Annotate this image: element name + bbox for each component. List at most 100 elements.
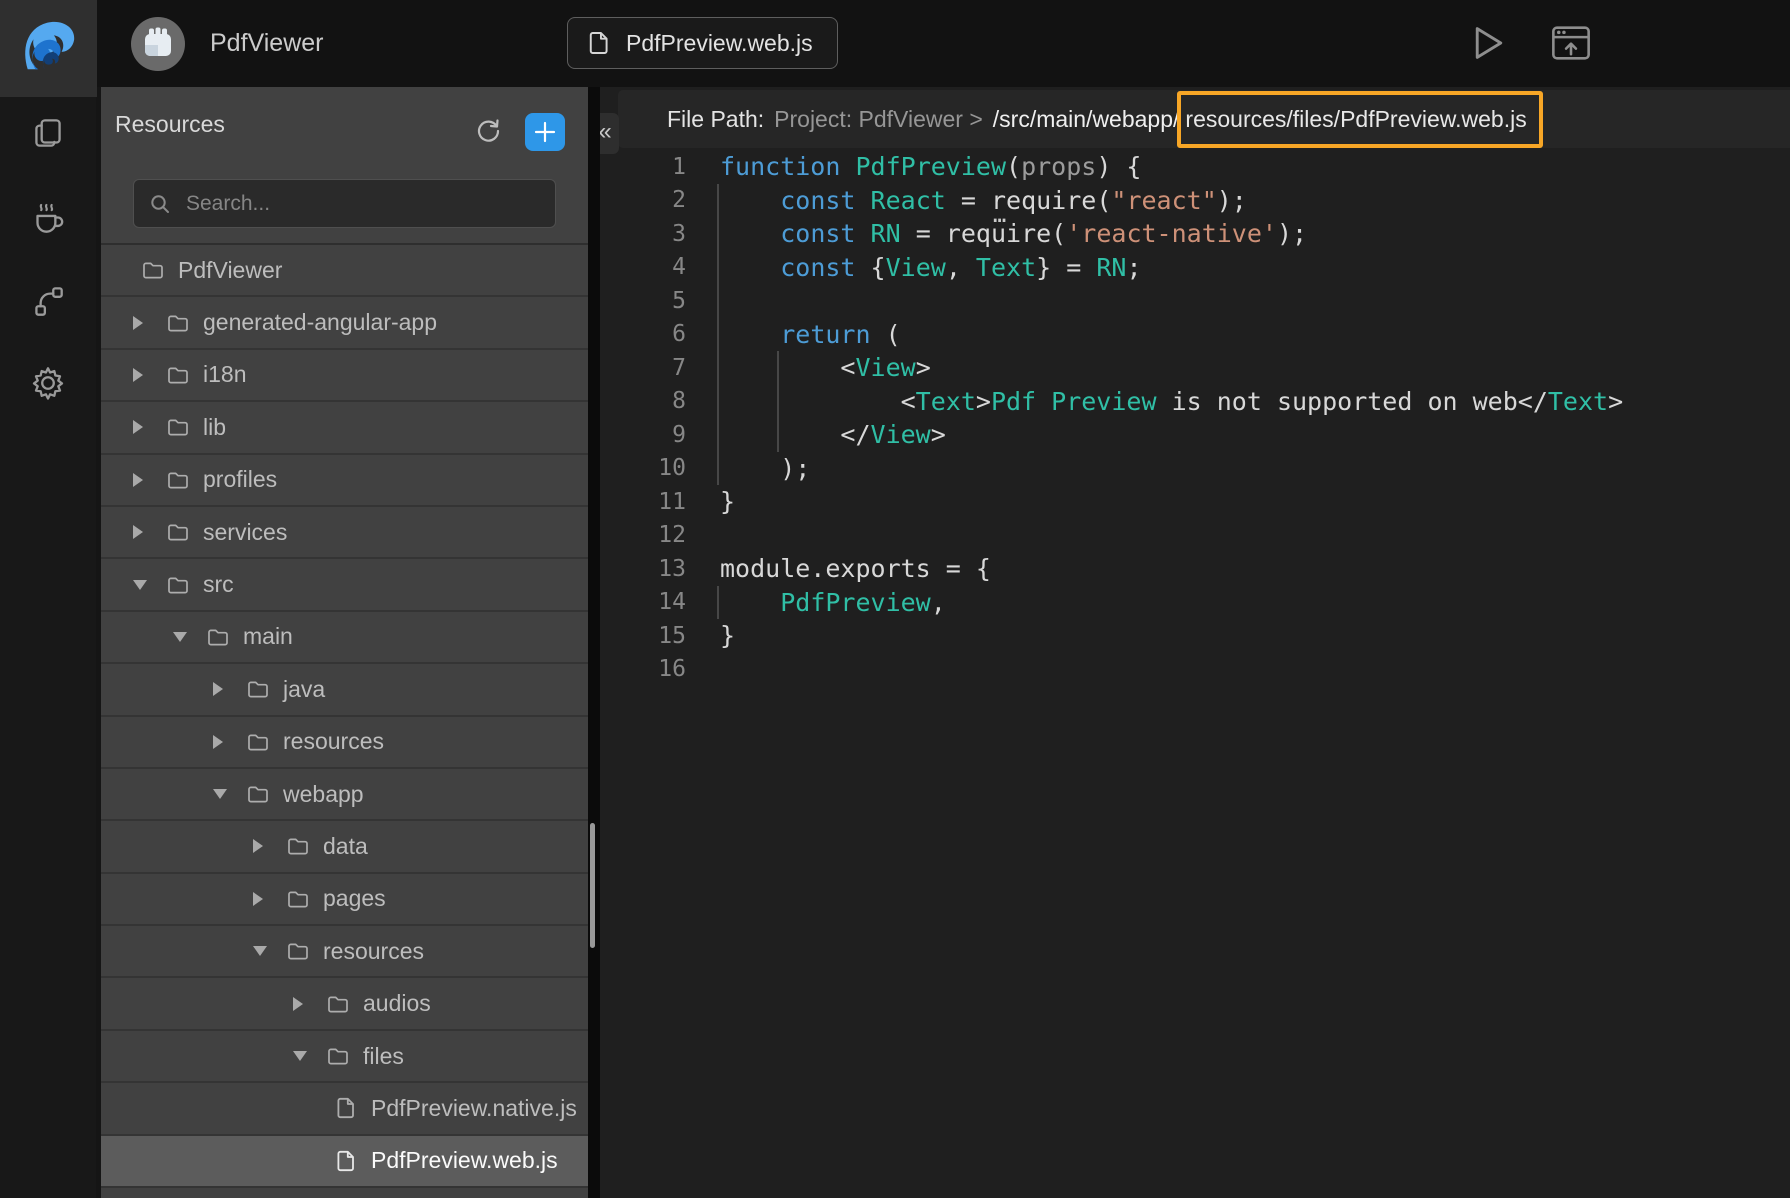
line-number: 7 bbox=[600, 355, 720, 381]
tree-item-label: lib bbox=[203, 414, 226, 441]
chevron-right-icon[interactable] bbox=[253, 839, 273, 853]
window-upload-icon bbox=[1551, 24, 1591, 62]
code-line-14[interactable]: 14 PdfPreview, bbox=[600, 586, 1790, 620]
tree-item-services[interactable]: services bbox=[101, 507, 588, 559]
publish-button[interactable] bbox=[1550, 22, 1592, 64]
chevron-right-icon[interactable] bbox=[253, 892, 273, 906]
code-line-8[interactable]: 8 <Text>Pdf Preview is not supported on … bbox=[600, 385, 1790, 419]
tree-item-label: resources bbox=[323, 938, 424, 965]
tree-item-audios[interactable]: audios bbox=[101, 978, 588, 1030]
tree-item-generated-angular-app[interactable]: generated-angular-app bbox=[101, 297, 588, 349]
tree-item-label: src bbox=[203, 571, 234, 598]
folder-icon bbox=[165, 468, 191, 492]
code-line-9[interactable]: 9 </View> bbox=[600, 418, 1790, 452]
tree-item-data[interactable]: data bbox=[101, 821, 588, 873]
chevron-right-icon[interactable] bbox=[133, 473, 153, 487]
app-window: PdfViewer PdfPreview.web.js bbox=[0, 0, 1790, 1198]
refresh-button[interactable] bbox=[472, 115, 504, 147]
chevron-down-icon[interactable] bbox=[173, 632, 193, 642]
wave-logo-icon bbox=[18, 15, 80, 82]
tree-item-label: profiles bbox=[203, 466, 277, 493]
tree-item-profiles[interactable]: profiles bbox=[101, 455, 588, 507]
tree-item-pdfviewer[interactable]: PdfViewer bbox=[101, 245, 588, 297]
project-title: PdfViewer bbox=[210, 0, 324, 87]
file-icon bbox=[586, 30, 612, 56]
plus-icon bbox=[533, 120, 557, 144]
folder-icon bbox=[205, 625, 231, 649]
chevron-right-icon[interactable] bbox=[213, 682, 233, 696]
code-line-2[interactable]: 2 const React = require("react"); bbox=[600, 184, 1790, 218]
code-line-4[interactable]: 4 const {View, Text} = RN; bbox=[600, 251, 1790, 285]
folder-icon bbox=[165, 311, 191, 335]
tree-item-label: java bbox=[283, 676, 325, 703]
tree-item-main[interactable]: main bbox=[101, 612, 588, 664]
app-logo[interactable] bbox=[0, 0, 97, 97]
code-line-3[interactable]: 3 const RN = require('react-native'); bbox=[600, 217, 1790, 251]
chevron-right-icon[interactable] bbox=[293, 997, 313, 1011]
activity-rail bbox=[0, 87, 96, 1198]
tree-item-java[interactable]: java bbox=[101, 664, 588, 716]
code-line-12[interactable]: 12 bbox=[600, 519, 1790, 553]
code-line-15[interactable]: 15} bbox=[600, 619, 1790, 653]
chevron-right-icon[interactable] bbox=[133, 420, 153, 434]
line-number: 6 bbox=[600, 321, 720, 347]
tree-item-src[interactable]: src bbox=[101, 559, 588, 611]
tree-item-label: generated-angular-app bbox=[203, 309, 437, 336]
line-number: 13 bbox=[600, 556, 720, 582]
open-file-tab[interactable]: PdfPreview.web.js bbox=[567, 17, 838, 69]
folder-icon bbox=[245, 677, 271, 701]
resources-title: Resources bbox=[115, 111, 225, 138]
settings-button[interactable] bbox=[0, 355, 96, 411]
chevron-right-icon[interactable] bbox=[133, 525, 153, 539]
flow-button[interactable] bbox=[0, 273, 96, 329]
folder-icon bbox=[165, 520, 191, 544]
panel-scrollbar-thumb[interactable] bbox=[590, 823, 595, 948]
tree-item-resources[interactable]: resources bbox=[101, 926, 588, 978]
coffee-icon bbox=[27, 196, 69, 238]
tree-item-label: i18n bbox=[203, 361, 246, 388]
tree-item-pdfpreview-native-js[interactable]: PdfPreview.native.js bbox=[101, 1083, 588, 1135]
code-line-5[interactable]: 5 bbox=[600, 284, 1790, 318]
tree-item-pages[interactable]: pages bbox=[101, 874, 588, 926]
chevron-right-icon[interactable] bbox=[133, 368, 153, 382]
chevron-down-icon[interactable] bbox=[133, 580, 153, 590]
code-line-6[interactable]: 6 return ( bbox=[600, 318, 1790, 352]
resources-panel: Resources bbox=[96, 87, 588, 1198]
tree-item-files[interactable]: files bbox=[101, 1031, 588, 1083]
resources-header: Resources bbox=[101, 87, 588, 163]
tree-item-lib[interactable]: lib bbox=[101, 402, 588, 454]
folder-icon bbox=[245, 730, 271, 754]
code-line-13[interactable]: 13module.exports = { bbox=[600, 552, 1790, 586]
chevron-right-icon[interactable] bbox=[213, 735, 233, 749]
search-input[interactable] bbox=[184, 191, 541, 217]
chevron-right-icon[interactable] bbox=[133, 316, 153, 330]
file-path-label: File Path: bbox=[667, 106, 764, 133]
file-icon bbox=[333, 1096, 359, 1120]
line-number: 4 bbox=[600, 254, 720, 280]
tree-item-label: data bbox=[323, 833, 368, 860]
code-line-11[interactable]: 11} bbox=[600, 485, 1790, 519]
flow-icon bbox=[28, 281, 68, 321]
editor-area: « File Path: Project: PdfViewer > /src/m… bbox=[600, 87, 1790, 1198]
tree-item-pdfpreview-web-js[interactable]: PdfPreview.web.js bbox=[101, 1136, 588, 1188]
play-icon bbox=[1472, 24, 1506, 62]
chevron-down-icon[interactable] bbox=[293, 1051, 313, 1061]
code-line-1[interactable]: 1function PdfPreview(props) { bbox=[600, 150, 1790, 184]
run-button[interactable] bbox=[1468, 22, 1510, 64]
code-line-7[interactable]: 7 <View> bbox=[600, 351, 1790, 385]
tree-item-webapp[interactable]: webapp bbox=[101, 769, 588, 821]
code-line-10[interactable]: 10 ); bbox=[600, 452, 1790, 486]
file-path-bar: File Path: Project: PdfViewer > /src/mai… bbox=[618, 90, 1790, 148]
tree-item-i18n[interactable]: i18n bbox=[101, 350, 588, 402]
panel-scroll-track bbox=[588, 87, 600, 1198]
coffee-button[interactable] bbox=[0, 189, 96, 245]
chevron-down-icon[interactable] bbox=[213, 789, 233, 799]
tree-item-resources[interactable]: resources bbox=[101, 717, 588, 769]
pages-button[interactable] bbox=[0, 105, 96, 161]
line-number: 8 bbox=[600, 388, 720, 414]
folder-icon bbox=[325, 1044, 351, 1068]
code-line-16[interactable]: 16 bbox=[600, 653, 1790, 687]
chevron-down-icon[interactable] bbox=[253, 946, 273, 956]
add-resource-button[interactable] bbox=[525, 113, 565, 151]
tree-item-label: main bbox=[243, 623, 293, 650]
